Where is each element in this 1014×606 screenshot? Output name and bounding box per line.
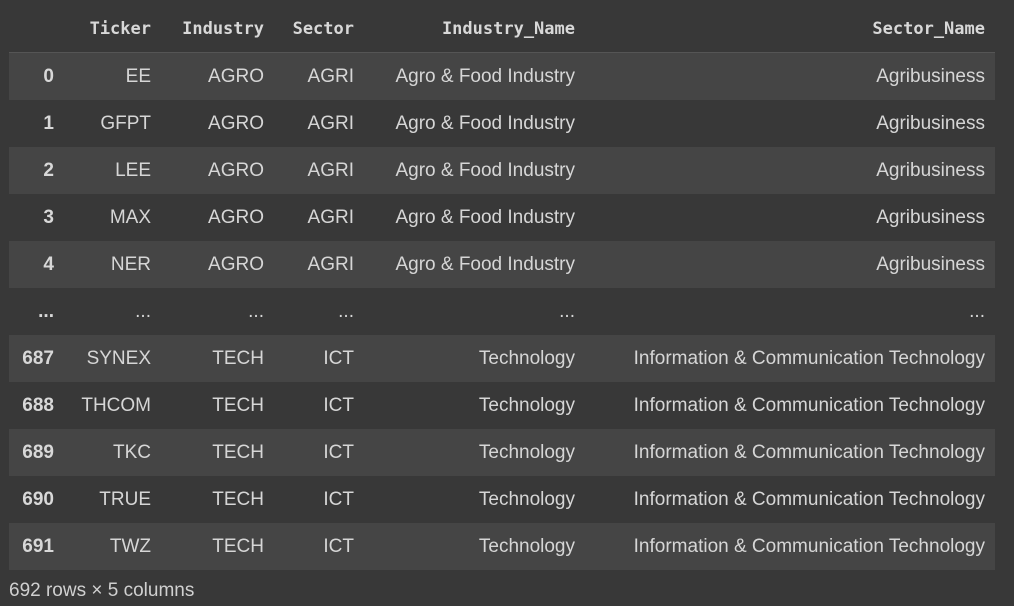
sector-cell: ICT <box>323 441 354 463</box>
sector-name-cell: Agribusiness <box>876 253 985 275</box>
sector-cell: AGRI <box>307 159 354 181</box>
table-row: 690 TRUE TECH ICT Technology Information & Co… <box>9 476 995 523</box>
industry-name-cell: Agro & Food Industry <box>395 159 575 181</box>
row-index: 691 <box>22 535 54 557</box>
column-header-sector-name: Sector_Name <box>585 5 995 53</box>
row-index: 0 <box>43 65 54 87</box>
industry-name-cell: Agro & Food Industry <box>395 65 575 87</box>
sector-name-cell: ... <box>969 300 985 322</box>
column-header-industry: Industry <box>161 5 274 53</box>
ticker-cell: TWZ <box>109 535 151 557</box>
row-index: 688 <box>22 394 54 416</box>
table-row: 688 THCOM TECH ICT Technology Information & C… <box>9 382 995 429</box>
dataframe-output: Ticker Industry Sector Industry_Name Sec… <box>9 5 995 570</box>
sector-name-cell: Information & Communication Technology <box>633 441 985 463</box>
industry-name-cell: Agro & Food Industry <box>395 253 575 275</box>
row-index: 2 <box>43 159 54 181</box>
industry-cell: TECH <box>212 441 264 463</box>
row-index: 4 <box>43 253 54 275</box>
industry-cell: TECH <box>212 488 264 510</box>
industry-cell: AGRO <box>208 65 264 87</box>
row-index: 690 <box>22 488 54 510</box>
industry-name-cell: Technology <box>478 394 575 416</box>
ellipsis-row: .................. <box>9 288 995 335</box>
industry-cell: AGRO <box>208 206 264 228</box>
industry-cell: ... <box>248 300 264 322</box>
table-row: 2 LEE AGRO AGRI Agro & Food Industry Agribusi… <box>9 147 995 194</box>
industry-cell: AGRO <box>208 253 264 275</box>
ticker-cell: TKC <box>113 441 151 463</box>
sector-name-cell: Information & Communication Technology <box>633 488 985 510</box>
table-row: 687 SYNEX TECH ICT Technology Information & C… <box>9 335 995 382</box>
sector-name-cell: Agribusiness <box>876 159 985 181</box>
ticker-cell: GFPT <box>100 112 151 134</box>
sector-name-cell: Information & Communication Technology <box>633 394 985 416</box>
ticker-cell: SYNEX <box>86 347 151 369</box>
row-index: 689 <box>22 441 54 463</box>
sector-cell: ICT <box>323 535 354 557</box>
table-row: 1 GFPT AGRO AGRI Agro & Food Industry Agribus… <box>9 100 995 147</box>
ticker-cell: NER <box>110 253 151 275</box>
table-row: 4 NER AGRO AGRI Agro & Food Industry Agribusi… <box>9 241 995 288</box>
industry-name-cell: Technology <box>478 347 575 369</box>
sector-name-cell: Agribusiness <box>876 112 985 134</box>
header-row: Ticker Industry Sector Industry_Name Sec… <box>9 5 995 53</box>
sector-cell: ICT <box>323 347 354 369</box>
industry-cell: TECH <box>212 394 264 416</box>
industry-name-cell: ... <box>559 300 575 322</box>
industry-cell: AGRO <box>208 112 264 134</box>
sector-cell: AGRI <box>307 65 354 87</box>
sector-cell: ... <box>338 300 354 322</box>
sector-name-cell: Information & Communication Technology <box>633 347 985 369</box>
column-header-ticker: Ticker <box>64 5 161 53</box>
sector-cell: AGRI <box>307 253 354 275</box>
sector-name-cell: Information & Communication Technology <box>633 535 985 557</box>
table-row: 3 MAX AGRO AGRI Agro & Food Industry Agribusi… <box>9 194 995 241</box>
sector-cell: ICT <box>323 488 354 510</box>
row-index: 687 <box>22 347 54 369</box>
ticker-cell: THCOM <box>81 394 151 416</box>
column-header-sector: Sector <box>274 5 364 53</box>
table-row: 691 TWZ TECH ICT Technology Information & Com… <box>9 523 995 570</box>
ticker-cell: TRUE <box>99 488 151 510</box>
row-index: ... <box>38 300 54 322</box>
industry-name-cell: Technology <box>478 441 575 463</box>
sector-cell: AGRI <box>307 112 354 134</box>
industry-cell: TECH <box>212 347 264 369</box>
industry-cell: TECH <box>212 535 264 557</box>
sector-cell: ICT <box>323 394 354 416</box>
column-header-industry-name: Industry_Name <box>364 5 585 53</box>
ticker-cell: LEE <box>115 159 151 181</box>
industry-name-cell: Technology <box>478 488 575 510</box>
industry-name-cell: Agro & Food Industry <box>395 206 575 228</box>
dataframe-table: Ticker Industry Sector Industry_Name Sec… <box>9 5 995 570</box>
row-index: 3 <box>43 206 54 228</box>
row-index: 1 <box>43 112 54 134</box>
sector-cell: AGRI <box>307 206 354 228</box>
sector-name-cell: Agribusiness <box>876 206 985 228</box>
ticker-cell: MAX <box>109 206 151 228</box>
table-shape-summary: 692 rows × 5 columns <box>9 580 195 601</box>
ticker-cell: ... <box>135 300 151 322</box>
industry-cell: AGRO <box>208 159 264 181</box>
index-header <box>9 5 64 53</box>
ticker-cell: EE <box>125 65 151 87</box>
table-row: 689 TKC TECH ICT Technology Information & Com… <box>9 429 995 476</box>
industry-name-cell: Agro & Food Industry <box>395 112 575 134</box>
sector-name-cell: Agribusiness <box>876 65 985 87</box>
table-row: 0 EE AGRO AGRI Agro & Food Industry Agribusin… <box>9 52 995 100</box>
industry-name-cell: Technology <box>478 535 575 557</box>
